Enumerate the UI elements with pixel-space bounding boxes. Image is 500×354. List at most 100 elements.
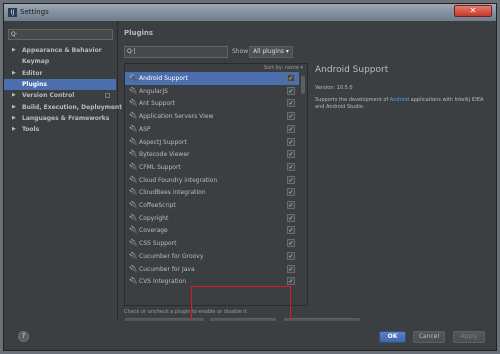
sidebar-item-label: Plugins (22, 80, 47, 88)
plugin-row[interactable]: 🔌 AngularJS ✓ (125, 85, 299, 98)
plugin-icon: 🔌 (129, 150, 138, 159)
plugin-row[interactable]: 🔌 CVS Integration ✓ (125, 275, 299, 288)
sidebar-item[interactable]: ▶ Appearance & Behavior (4, 45, 116, 56)
ok-button[interactable]: OK (379, 331, 406, 343)
sidebar-item[interactable]: ▶ Build, Execution, Deployment (4, 102, 122, 113)
plugin-enabled-checkbox[interactable]: ✓ (287, 239, 295, 248)
plugin-name: Android Support (139, 75, 188, 82)
plugin-row[interactable]: 🔌 CloudBees integration ✓ (125, 186, 299, 199)
plugin-row[interactable]: 🔌 Bytecode Viewer ✓ (125, 148, 299, 161)
window-title: Settings (20, 8, 49, 16)
plugin-name: Copyright (139, 214, 169, 222)
plugin-enabled-checkbox[interactable]: ✓ (287, 264, 295, 273)
plugin-name: CloudBees integration (139, 189, 206, 197)
plugin-icon: 🔌 (129, 251, 138, 260)
plugin-row[interactable]: 🔌 Cloud Foundry integration ✓ (125, 174, 299, 187)
sidebar-item-label: Tools (22, 126, 40, 134)
plugin-icon: 🔌 (129, 112, 138, 121)
sidebar-item[interactable]: ▶ Version Control (4, 90, 116, 101)
project-settings-icon (105, 93, 110, 99)
plugin-enabled-checkbox[interactable]: ✓ (287, 277, 295, 286)
plugin-enabled-checkbox[interactable]: ✓ (287, 99, 295, 108)
apply-button[interactable]: Apply (453, 331, 485, 343)
plugin-enabled-checkbox[interactable]: ✓ (287, 112, 295, 121)
plugin-detail-title: Android Support (315, 65, 389, 75)
plugin-row[interactable]: 🔌 Coverage ✓ (125, 224, 299, 237)
expand-arrow-icon[interactable]: ▶ (12, 90, 16, 101)
plugin-enabled-checkbox[interactable]: ✓ (287, 226, 295, 235)
expand-arrow-icon[interactable]: ▶ (12, 45, 16, 56)
plugin-row[interactable]: 🔌 Application Servers View ✓ (125, 110, 299, 123)
plugin-row[interactable]: 🔌 Cucumber for Groovy ✓ (125, 250, 299, 263)
plugin-enabled-checkbox[interactable]: ✓ (287, 74, 295, 82)
plugin-icon: 🔌 (129, 74, 138, 82)
plugin-icon: 🔌 (129, 86, 138, 95)
expand-arrow-icon[interactable]: ▶ (12, 102, 16, 113)
plugin-row[interactable]: 🔌 Cucumber for Java ✓ (125, 263, 299, 276)
plugin-name: Cucumber for Groovy (139, 252, 204, 260)
plugin-enabled-checkbox[interactable]: ✓ (287, 137, 295, 146)
plugin-name: CSS Support (139, 240, 177, 248)
plugin-detail-description: Supports the development of Android appl… (315, 97, 490, 111)
plugin-list: Sort by: name ▾ 🔌 Android Support ✓ 🔌 Angula… (124, 63, 308, 306)
plugin-enabled-checkbox[interactable]: ✓ (287, 201, 295, 209)
plugin-detail-pane: Android Support Version: 10.5.0 Supports… (315, 63, 495, 306)
plugin-enabled-checkbox[interactable]: ✓ (287, 251, 295, 260)
cancel-button[interactable]: Cancel (413, 331, 445, 343)
plugin-icon: 🔌 (129, 226, 138, 235)
plugin-enabled-checkbox[interactable]: ✓ (287, 175, 295, 184)
settings-window: IJ Settings ✕ Q· ▶ Appearance & Behavior K… (3, 3, 497, 351)
plugin-row[interactable]: 🔌 ASP ✓ (125, 123, 299, 136)
plugin-enabled-checkbox[interactable]: ✓ (287, 86, 295, 95)
sidebar-item[interactable]: ▶ Tools (4, 124, 116, 135)
plugin-enabled-checkbox[interactable]: ✓ (287, 162, 295, 171)
plugin-name: Coverage (139, 227, 168, 235)
plugin-icon: 🔌 (129, 277, 138, 286)
plugin-enabled-checkbox[interactable]: ✓ (287, 150, 295, 159)
enable-hint: Check or uncheck a plugin to enable or d… (124, 309, 249, 315)
plugin-enabled-checkbox[interactable]: ✓ (287, 213, 295, 222)
plugin-row[interactable]: 🔌 Copyright ✓ (125, 212, 299, 225)
sidebar-item-label: Languages & Frameworks (22, 114, 110, 122)
sidebar-item[interactable]: ▶ Languages & Frameworks (4, 113, 116, 124)
plugin-row[interactable]: 🔌 CSS Support ✓ (125, 237, 299, 250)
sidebar-search-input[interactable]: Q· (8, 29, 113, 40)
sidebar-item-label: Version Control (22, 92, 75, 100)
plugin-icon: 🔌 (129, 264, 138, 273)
plugin-icon: 🔌 (129, 175, 138, 184)
sidebar-item[interactable]: Keymap (4, 56, 116, 67)
plugin-icon: 🔌 (129, 239, 138, 248)
plugin-row[interactable]: 🔌 CoffeeScript ✓ (125, 199, 299, 212)
sidebar-item-label: Appearance & Behavior (22, 47, 102, 54)
sidebar-item[interactable]: Plugins (4, 78, 116, 90)
show-filter-dropdown[interactable]: All plugins ▾ (249, 46, 293, 58)
close-button[interactable]: ✕ (454, 5, 492, 17)
plugin-icon: 🔌 (129, 201, 138, 209)
plugin-name: ASP (139, 125, 151, 133)
plugin-icon: 🔌 (129, 213, 138, 222)
plugin-enabled-checkbox[interactable]: ✓ (287, 124, 295, 133)
plugin-row[interactable]: 🔌 Android Support ✓ (125, 72, 299, 85)
page-title: Plugins (124, 29, 154, 37)
plugin-search-input[interactable]: Q·| (124, 46, 228, 58)
expand-arrow-icon[interactable]: ▶ (12, 124, 16, 135)
help-icon[interactable]: ? (18, 331, 29, 342)
plugin-name: Ant Support (139, 100, 175, 108)
plugin-row[interactable]: 🔌 Ant Support ✓ (125, 97, 299, 110)
sort-by-dropdown[interactable]: Sort by: name ▾ (125, 64, 307, 72)
title-bar[interactable]: IJ Settings ✕ (4, 4, 496, 21)
plugin-row[interactable]: 🔌 AspectJ Support ✓ (125, 136, 299, 149)
show-label: Show (232, 48, 249, 55)
expand-arrow-icon[interactable]: ▶ (12, 68, 16, 79)
plugin-name: Bytecode Viewer (139, 151, 190, 159)
plugin-name: AngularJS (139, 87, 168, 95)
plugin-row[interactable]: 🔌 CFML Support ✓ (125, 161, 299, 174)
expand-arrow-icon[interactable]: ▶ (12, 113, 16, 124)
plugin-list-scrollbar[interactable] (299, 72, 307, 305)
scrollbar-thumb[interactable] (301, 76, 305, 94)
description-text: Supports the development of (315, 97, 390, 103)
android-link[interactable]: Android (390, 97, 409, 103)
plugin-enabled-checkbox[interactable]: ✓ (287, 188, 295, 197)
settings-sidebar: Q· ▶ Appearance & Behavior Keymap ▶ Editor Pl… (4, 21, 122, 321)
sidebar-item[interactable]: ▶ Editor (4, 68, 116, 79)
